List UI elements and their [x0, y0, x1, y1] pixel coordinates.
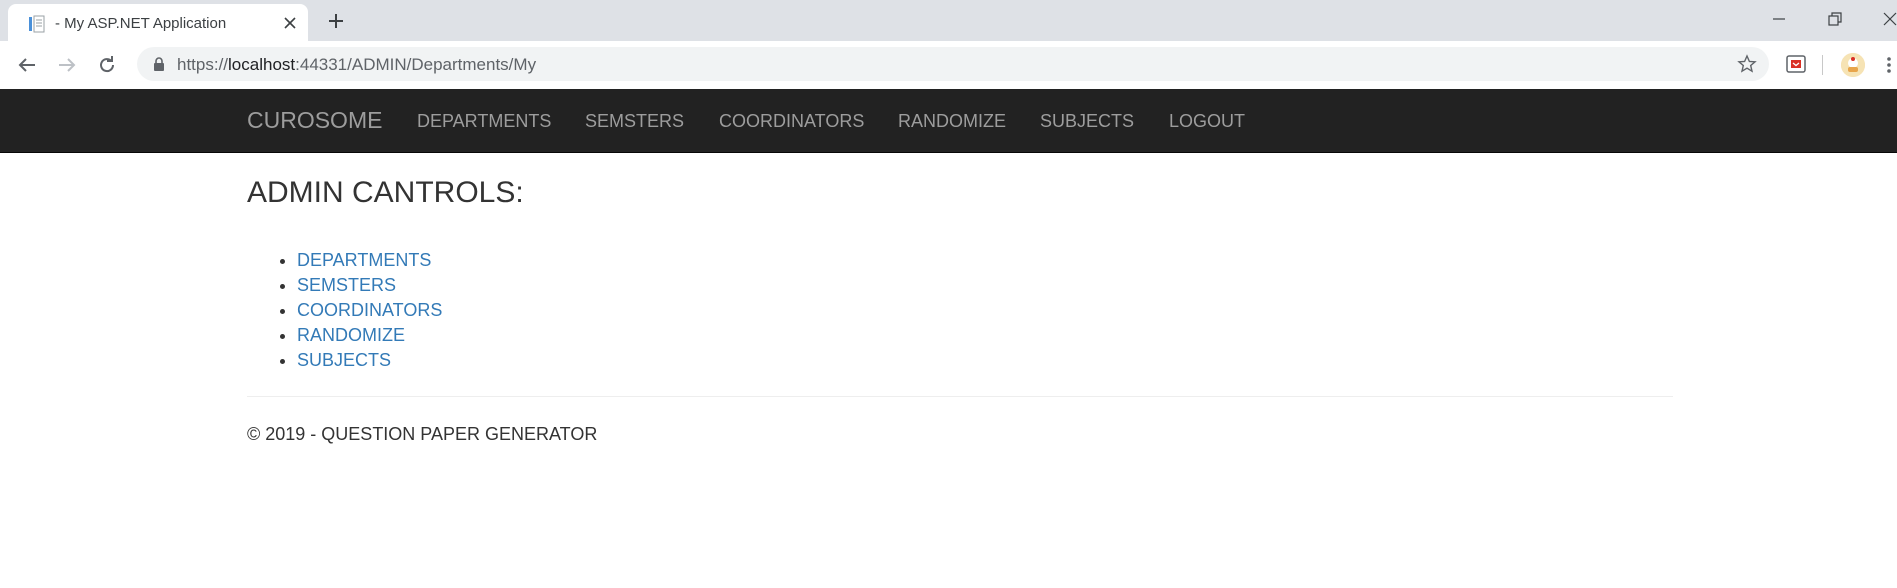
admin-link-randomize[interactable]: RANDOMIZE [297, 325, 405, 345]
close-window-icon[interactable] [1880, 9, 1897, 29]
site-navbar: CUROSOME DEPARTMENTS SEMSTERS COORDINATO… [0, 89, 1897, 153]
url-host: localhost [228, 55, 296, 74]
admin-link-subjects[interactable]: SUBJECTS [297, 350, 391, 370]
address-bar[interactable]: https://localhost:44331/ADMIN/Department… [137, 47, 1769, 81]
restore-icon[interactable] [1825, 9, 1845, 29]
navbar-brand[interactable]: CUROSOME [247, 107, 382, 134]
nav-link-coordinators[interactable]: COORDINATORS [719, 111, 864, 132]
forward-arrow-icon[interactable] [55, 53, 79, 77]
nav-link-departments[interactable]: DEPARTMENTS [417, 111, 551, 132]
browser-toolbar: https://localhost:44331/ADMIN/Department… [0, 41, 1897, 90]
nav-link-randomize[interactable]: RANDOMIZE [898, 111, 1006, 132]
url-text[interactable]: https://localhost:44331/ADMIN/Department… [177, 55, 536, 75]
reload-icon[interactable] [95, 53, 119, 77]
tab-title: - My ASP.NET Application [55, 15, 227, 32]
browser-menu-icon[interactable] [1884, 53, 1894, 77]
admin-link-coordinators[interactable]: COORDINATORS [297, 300, 442, 320]
page-title: ADMIN CANTROLS: [247, 176, 524, 209]
profile-avatar[interactable] [1841, 53, 1865, 77]
bookmark-star-icon[interactable] [1737, 54, 1757, 74]
list-item: RANDOMIZE [297, 323, 442, 348]
minimize-icon[interactable] [1769, 9, 1789, 29]
nav-link-logout[interactable]: LOGOUT [1169, 111, 1245, 132]
new-tab-icon[interactable] [326, 11, 346, 31]
list-item: SEMSTERS [297, 273, 442, 298]
browser-tabstrip: - My ASP.NET Application [0, 0, 1897, 41]
url-scheme: https:// [177, 55, 229, 74]
url-path: :44331/ADMIN/Departments/My [295, 55, 537, 74]
list-item: SUBJECTS [297, 348, 442, 373]
profile-avatar-icon [1841, 53, 1865, 77]
footer-copyright: © 2019 - QUESTION PAPER GENERATOR [247, 424, 598, 444]
list-item: DEPARTMENTS [297, 248, 442, 273]
nav-link-semsters[interactable]: SEMSTERS [585, 111, 684, 132]
list-item: COORDINATORS [297, 298, 442, 323]
nav-link-subjects[interactable]: SUBJECTS [1040, 111, 1134, 132]
browser-tab[interactable]: - My ASP.NET Application [8, 4, 308, 41]
toolbar-separator [1822, 55, 1823, 75]
extension-icon[interactable] [1785, 53, 1807, 75]
tab-close-icon[interactable] [282, 15, 298, 31]
admin-link-departments[interactable]: DEPARTMENTS [297, 250, 431, 270]
page-favicon-icon [29, 15, 45, 33]
admin-link-semsters[interactable]: SEMSTERS [297, 275, 396, 295]
admin-links-list: DEPARTMENTS SEMSTERS COORDINATORS RANDOM… [247, 248, 442, 373]
lock-icon[interactable] [151, 56, 167, 72]
footer-divider [247, 396, 1673, 397]
back-arrow-icon[interactable] [15, 53, 39, 77]
